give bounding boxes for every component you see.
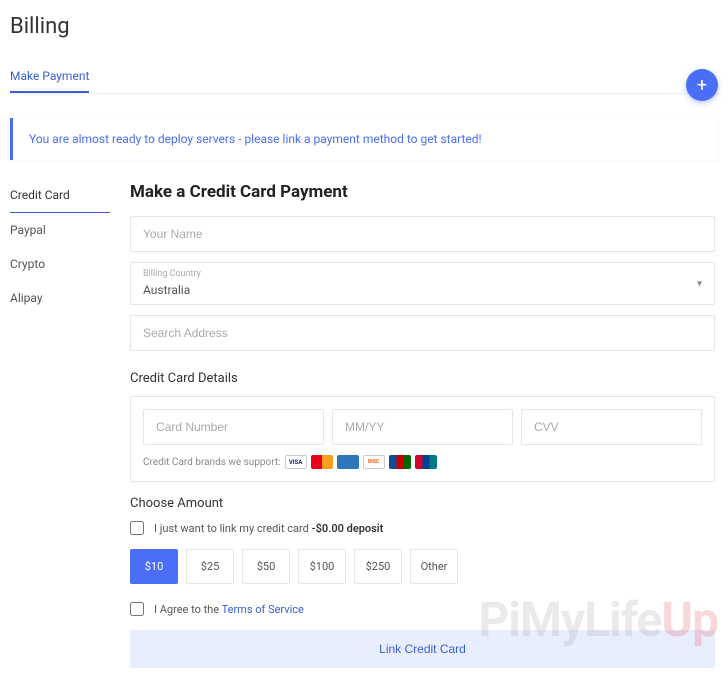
- payment-method-sidebar: Credit Card Paypal Crypto Alipay: [10, 182, 110, 668]
- name-input[interactable]: [130, 216, 715, 252]
- card-details-group: Credit Card brands we support: VISA DISC: [130, 396, 715, 482]
- amount-other[interactable]: Other: [410, 549, 458, 584]
- jcb-icon: [389, 455, 411, 469]
- tab-make-payment[interactable]: Make Payment: [10, 61, 89, 93]
- unionpay-icon: [415, 455, 437, 469]
- chevron-down-icon: ▾: [697, 278, 702, 289]
- amount-100[interactable]: $100: [298, 549, 346, 584]
- brands-label: Credit Card brands we support:: [143, 457, 281, 468]
- amount-10[interactable]: $10: [130, 549, 178, 584]
- choose-amount-title: Choose Amount: [130, 496, 715, 511]
- amount-50[interactable]: $50: [242, 549, 290, 584]
- country-label: Billing Country: [143, 269, 702, 279]
- cc-details-title: Credit Card Details: [130, 371, 715, 386]
- link-card-button[interactable]: Link Credit Card: [130, 630, 715, 668]
- info-alert: You are almost ready to deploy servers -…: [10, 118, 718, 160]
- form-title: Make a Credit Card Payment: [130, 182, 715, 202]
- card-brands-row: Credit Card brands we support: VISA DISC: [143, 455, 702, 469]
- payment-form: Make a Credit Card Payment Billing Count…: [130, 182, 715, 668]
- amount-options: $10 $25 $50 $100 $250 Other: [130, 549, 715, 584]
- amount-25[interactable]: $25: [186, 549, 234, 584]
- address-input[interactable]: [130, 315, 715, 351]
- sidebar-item-alipay[interactable]: Alipay: [10, 285, 110, 315]
- card-cvv-input[interactable]: [521, 409, 702, 445]
- link-only-checkbox[interactable]: [130, 521, 144, 535]
- country-value: Australia: [143, 283, 190, 297]
- country-select[interactable]: Billing Country Australia ▾: [130, 262, 715, 305]
- amount-250[interactable]: $250: [354, 549, 402, 584]
- plus-icon: +: [697, 75, 707, 96]
- top-tabs: Make Payment +: [10, 61, 718, 94]
- add-button[interactable]: +: [686, 69, 718, 101]
- agree-tos-checkbox[interactable]: [130, 602, 144, 616]
- mastercard-icon: [311, 455, 333, 469]
- page-title: Billing: [10, 14, 718, 39]
- agree-label: I Agree to the Terms of Service: [154, 603, 304, 616]
- link-only-label: I just want to link my credit card -$0.0…: [154, 522, 383, 535]
- sidebar-item-paypal[interactable]: Paypal: [10, 217, 110, 247]
- card-expiry-input[interactable]: [332, 409, 513, 445]
- amex-icon: [337, 455, 359, 469]
- discover-icon: DISC: [363, 455, 385, 469]
- card-number-input[interactable]: [143, 409, 324, 445]
- sidebar-item-crypto[interactable]: Crypto: [10, 251, 110, 281]
- visa-icon: VISA: [285, 455, 307, 469]
- sidebar-item-credit-card[interactable]: Credit Card: [10, 182, 110, 213]
- tos-link[interactable]: Terms of Service: [222, 603, 304, 616]
